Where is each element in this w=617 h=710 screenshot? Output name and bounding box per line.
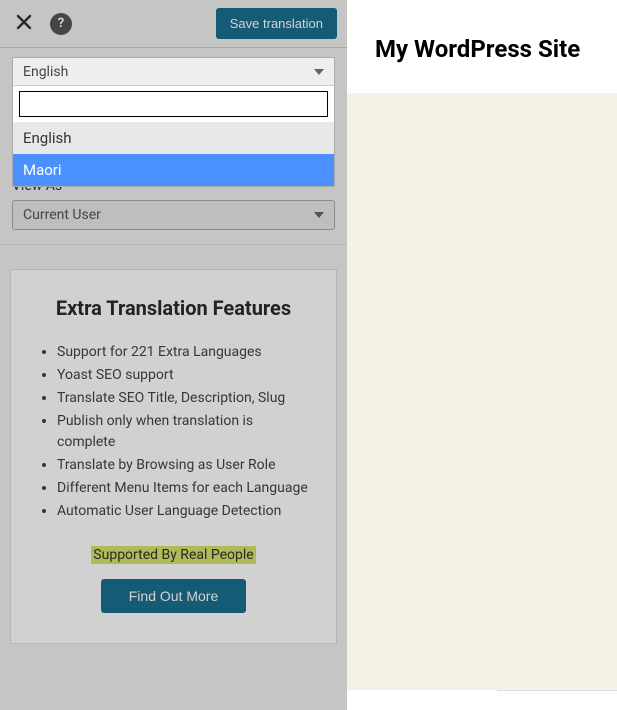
language-option-english[interactable]: English xyxy=(13,122,334,154)
supported-by-text: Supported By Real People xyxy=(91,546,255,564)
language-dropdown: English English Maori xyxy=(12,57,335,187)
supported-by: Supported By Real People xyxy=(35,544,312,563)
view-as-selected-value: Current User xyxy=(23,207,101,223)
preview-panel: My WordPress Site xyxy=(347,0,617,710)
feature-item: Different Menu Items for each Language xyxy=(57,478,312,499)
feature-item: Support for 221 Extra Languages xyxy=(57,342,312,363)
feature-item: Automatic User Language Detection xyxy=(57,501,312,522)
top-bar-left: ? xyxy=(10,10,72,38)
close-button[interactable] xyxy=(10,10,38,38)
chevron-down-icon xyxy=(314,69,324,75)
language-selected-value: English xyxy=(23,64,68,80)
language-search-input[interactable] xyxy=(19,91,328,117)
preview-content xyxy=(347,93,617,690)
language-dropdown-selected[interactable]: English xyxy=(13,58,334,86)
feature-item: Translate SEO Title, Description, Slug xyxy=(57,388,312,409)
feature-item: Yoast SEO support xyxy=(57,365,312,386)
settings-panel: ? Save translation View As Current User … xyxy=(0,0,347,710)
language-option-maori[interactable]: Maori xyxy=(13,154,334,186)
preview-footer xyxy=(497,690,617,710)
top-bar: ? Save translation xyxy=(0,0,347,47)
feature-item: Publish only when translation is complet… xyxy=(57,411,312,453)
language-search-wrap xyxy=(13,86,334,122)
feature-item: Translate by Browsing as User Role xyxy=(57,455,312,476)
chevron-down-icon xyxy=(314,212,324,218)
features-card: Extra Translation Features Support for 2… xyxy=(10,269,337,644)
site-title: My WordPress Site xyxy=(347,0,617,88)
find-out-more-button[interactable]: Find Out More xyxy=(101,579,246,613)
help-button[interactable]: ? xyxy=(50,13,72,35)
features-list: Support for 221 Extra Languages Yoast SE… xyxy=(35,342,312,522)
view-as-select[interactable]: Current User xyxy=(12,200,335,230)
help-icon: ? xyxy=(58,16,64,31)
language-options: English Maori xyxy=(13,122,334,186)
save-translation-button[interactable]: Save translation xyxy=(216,8,337,39)
features-title: Extra Translation Features xyxy=(35,296,312,320)
close-icon xyxy=(16,14,32,34)
